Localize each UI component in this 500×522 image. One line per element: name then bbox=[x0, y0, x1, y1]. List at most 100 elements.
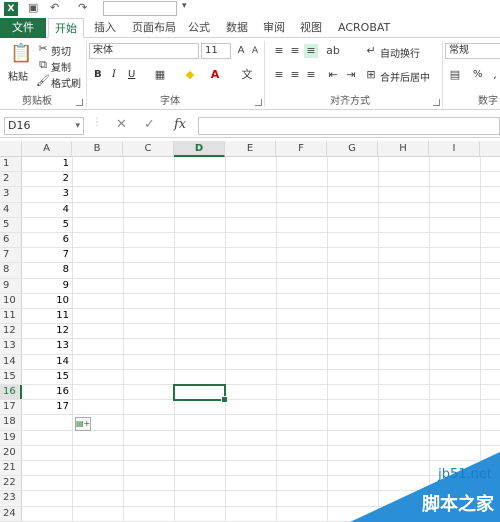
font-name-select[interactable]: 宋体 bbox=[89, 43, 199, 59]
excel-app-icon[interactable]: X bbox=[4, 2, 18, 16]
clipboard-launcher-icon[interactable] bbox=[76, 99, 83, 106]
phonetic-icon[interactable]: 文 bbox=[240, 68, 254, 82]
merge-center-icon[interactable]: ⊞ bbox=[364, 68, 378, 82]
copy-button[interactable]: 复制 bbox=[51, 59, 71, 74]
cell-a[interactable]: 17 bbox=[22, 400, 72, 414]
row-header[interactable]: 11 bbox=[0, 309, 22, 324]
wrap-text-icon[interactable]: ↵ bbox=[364, 44, 378, 58]
cell-a[interactable]: 1 bbox=[22, 157, 72, 171]
cell-a[interactable]: 13 bbox=[22, 339, 72, 353]
font-color-icon[interactable]: A bbox=[208, 68, 222, 82]
row-header[interactable]: 10 bbox=[0, 293, 22, 308]
cell-a[interactable] bbox=[22, 431, 72, 445]
row-header[interactable]: 7 bbox=[0, 248, 22, 263]
cell-a[interactable] bbox=[22, 446, 72, 460]
tab-review[interactable]: 审阅 bbox=[263, 18, 285, 38]
align-top-icon[interactable]: ≡ bbox=[272, 44, 286, 58]
formula-input[interactable] bbox=[198, 117, 500, 135]
underline-button[interactable]: U bbox=[128, 69, 135, 80]
cell-a[interactable]: 4 bbox=[22, 203, 72, 217]
cell-a[interactable]: 3 bbox=[22, 187, 72, 201]
enter-icon[interactable]: ✓ bbox=[144, 117, 155, 132]
cell-a[interactable] bbox=[22, 491, 72, 505]
row-header[interactable]: 12 bbox=[0, 324, 22, 339]
cell-a[interactable]: 16 bbox=[22, 385, 72, 399]
row-header[interactable]: 5 bbox=[0, 217, 22, 232]
accounting-format-icon[interactable]: ▤ bbox=[448, 68, 462, 82]
border-icon[interactable]: ▦ bbox=[153, 68, 167, 82]
cell-a[interactable]: 15 bbox=[22, 370, 72, 384]
tab-acrobat[interactable]: ACROBAT bbox=[338, 18, 390, 38]
row-header[interactable]: 17 bbox=[0, 400, 22, 415]
row-header[interactable]: 14 bbox=[0, 354, 22, 369]
row-header[interactable]: 4 bbox=[0, 202, 22, 217]
shrink-font-icon[interactable]: A bbox=[248, 44, 262, 58]
cell-a[interactable]: 2 bbox=[22, 172, 72, 186]
alignment-launcher-icon[interactable] bbox=[433, 99, 440, 106]
undo-icon[interactable]: ↶ bbox=[50, 1, 59, 14]
cell-a[interactable]: 6 bbox=[22, 233, 72, 247]
name-box[interactable]: D16 bbox=[4, 117, 84, 135]
align-right-icon[interactable]: ≡ bbox=[304, 68, 318, 82]
cell-a[interactable] bbox=[22, 507, 72, 521]
column-header-c[interactable]: C bbox=[123, 141, 174, 157]
save-icon[interactable]: ▣ bbox=[28, 1, 38, 14]
comma-style-icon[interactable]: , bbox=[488, 68, 500, 82]
wrap-text-button[interactable]: 自动换行 bbox=[380, 45, 420, 60]
fill-color-icon[interactable]: ◆ bbox=[183, 68, 197, 82]
tab-data[interactable]: 数据 bbox=[226, 18, 248, 38]
tab-view[interactable]: 视图 bbox=[300, 18, 322, 38]
insert-function-icon[interactable]: fx bbox=[174, 117, 186, 132]
row-header[interactable]: 13 bbox=[0, 339, 22, 354]
column-header-h[interactable]: H bbox=[378, 141, 429, 157]
number-format-select[interactable]: 常规 bbox=[445, 43, 500, 59]
row-header[interactable]: 19 bbox=[0, 430, 22, 445]
row-header[interactable]: 21 bbox=[0, 461, 22, 476]
cell-a[interactable]: 11 bbox=[22, 309, 72, 323]
format-painter-button[interactable]: 格式刷 bbox=[51, 75, 81, 90]
cell-a[interactable]: 10 bbox=[22, 294, 72, 308]
tab-insert[interactable]: 插入 bbox=[94, 18, 116, 38]
cell-a[interactable]: 8 bbox=[22, 263, 72, 277]
align-center-icon[interactable]: ≡ bbox=[288, 68, 302, 82]
row-header[interactable]: 24 bbox=[0, 506, 22, 521]
align-middle-icon[interactable]: ≡ bbox=[288, 44, 302, 58]
tab-page-layout[interactable]: 页面布局 bbox=[132, 18, 176, 38]
qat-input[interactable] bbox=[103, 1, 177, 16]
tab-home[interactable]: 开始 bbox=[48, 18, 84, 38]
italic-button[interactable]: I bbox=[112, 69, 116, 80]
column-header-a[interactable]: A bbox=[22, 141, 72, 157]
row-header[interactable]: 1 bbox=[0, 157, 22, 172]
merge-center-button[interactable]: 合并后居中 bbox=[380, 69, 430, 84]
row-header[interactable]: 9 bbox=[0, 278, 22, 293]
row-header[interactable]: 23 bbox=[0, 491, 22, 506]
column-header-e[interactable]: E bbox=[225, 141, 276, 157]
align-bottom-icon[interactable]: ≡ bbox=[304, 44, 318, 58]
grow-font-icon[interactable]: A bbox=[234, 44, 248, 58]
cut-icon[interactable]: ✂ bbox=[36, 42, 50, 56]
row-header[interactable]: 15 bbox=[0, 369, 22, 384]
active-cell-d16[interactable] bbox=[173, 384, 228, 403]
cell-a[interactable] bbox=[22, 415, 72, 429]
cell-a[interactable] bbox=[22, 461, 72, 475]
column-header-f[interactable]: F bbox=[276, 141, 327, 157]
tab-formulas[interactable]: 公式 bbox=[188, 18, 210, 38]
percent-button[interactable]: % bbox=[473, 69, 483, 80]
row-header[interactable]: 16 bbox=[0, 385, 22, 400]
copy-icon[interactable]: ⧉ bbox=[36, 58, 50, 72]
row-header[interactable]: 20 bbox=[0, 445, 22, 460]
paste-icon[interactable]: 📋 bbox=[10, 42, 32, 66]
paste-button[interactable]: 粘贴 bbox=[8, 68, 28, 83]
orientation-icon[interactable]: ab bbox=[326, 44, 340, 58]
tab-file[interactable]: 文件 bbox=[0, 18, 46, 38]
cell-a[interactable]: 7 bbox=[22, 248, 72, 262]
cell-a[interactable]: 14 bbox=[22, 355, 72, 369]
row-header[interactable]: 18 bbox=[0, 415, 22, 430]
column-header-g[interactable]: G bbox=[327, 141, 378, 157]
bold-button[interactable]: B bbox=[94, 69, 102, 80]
row-header[interactable]: 3 bbox=[0, 187, 22, 202]
cancel-icon[interactable]: ✕ bbox=[116, 117, 127, 132]
cut-button[interactable]: 剪切 bbox=[51, 43, 71, 58]
format-painter-icon[interactable]: 🖌 bbox=[36, 74, 50, 88]
row-header[interactable]: 2 bbox=[0, 172, 22, 187]
